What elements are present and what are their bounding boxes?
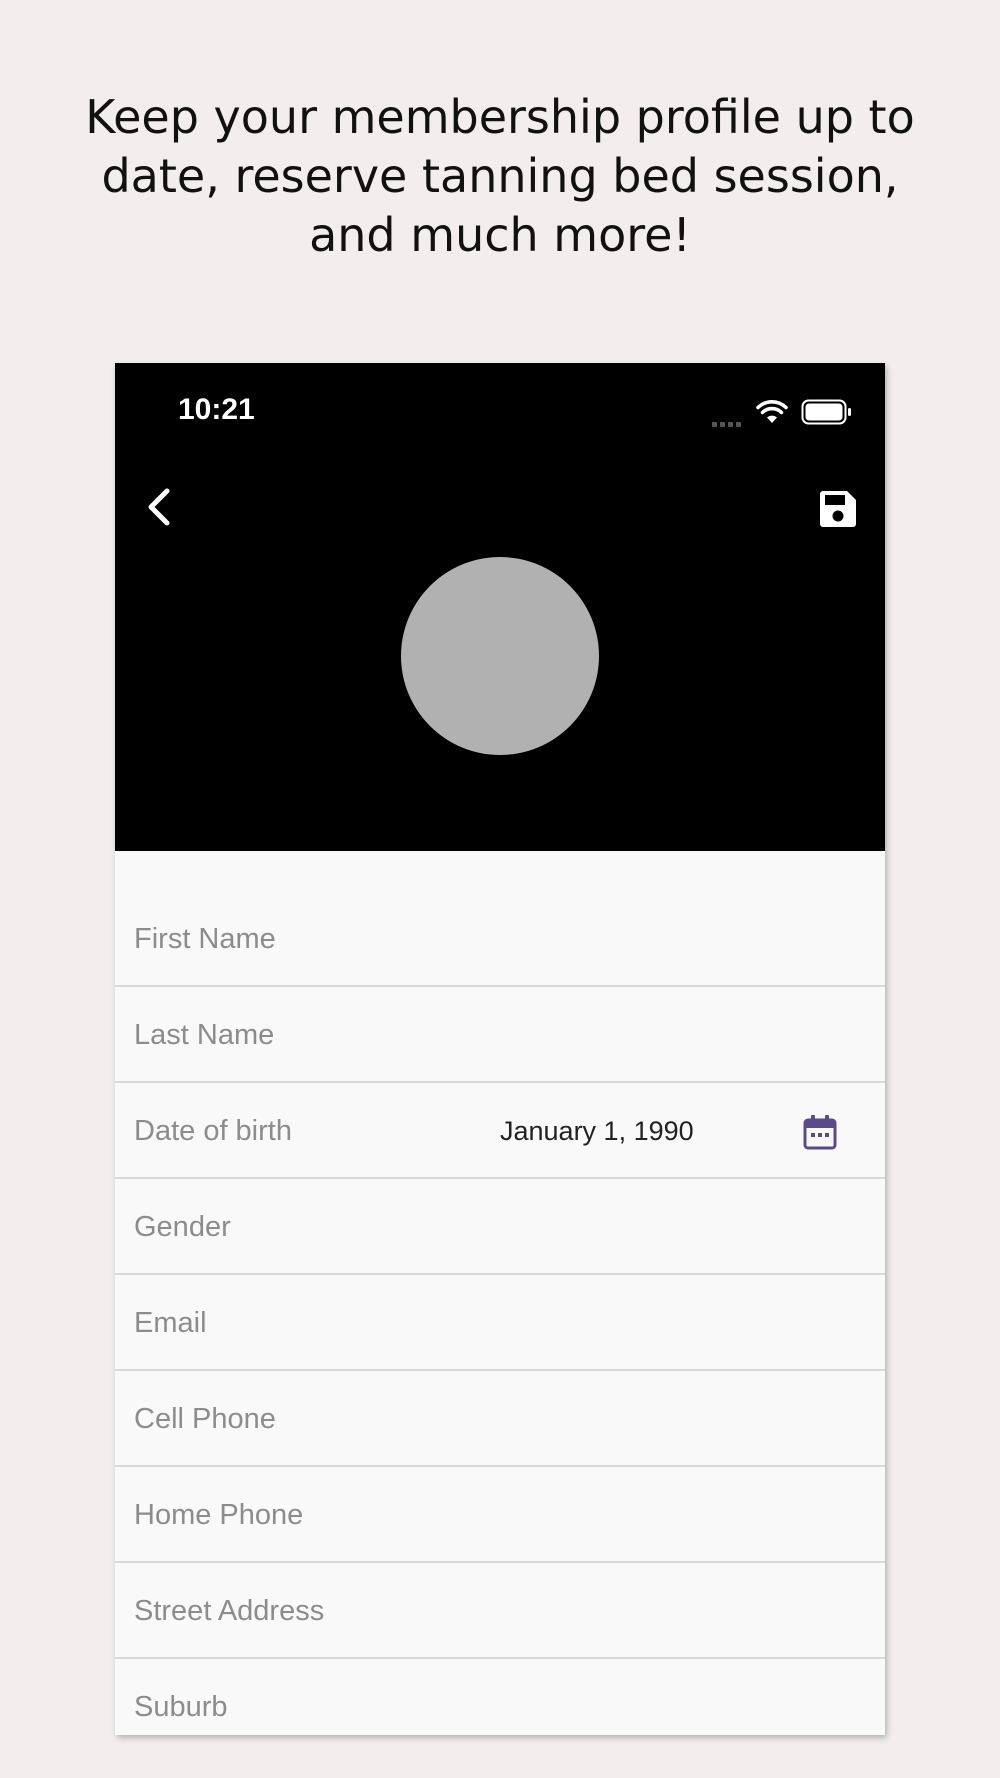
promo-headline: Keep your membership profile up to date,… [60, 88, 940, 265]
profile-header: 10:21 [115, 363, 885, 851]
promo-headline-line2: date, reserve tanning bed session, [101, 149, 899, 203]
promo-headline-line3: and much more! [309, 208, 691, 262]
suburb-field[interactable]: Suburb [115, 1659, 885, 1735]
save-button[interactable] [818, 489, 858, 529]
last-name-field[interactable]: Last Name [115, 987, 885, 1083]
last-name-label: Last Name [134, 1019, 275, 1051]
date-of-birth-value: January 1, 1990 [500, 1116, 694, 1146]
gender-field[interactable]: Gender [115, 1179, 885, 1275]
street-address-label: Street Address [134, 1595, 325, 1627]
email-label: Email [134, 1307, 207, 1339]
gender-label: Gender [134, 1211, 231, 1243]
phone-screen: 10:21 First Name Last Name Date of birth… [115, 363, 885, 1735]
status-time: 10:21 [178, 393, 255, 426]
battery-icon [801, 399, 851, 425]
email-field[interactable]: Email [115, 1275, 885, 1371]
first-name-field[interactable]: First Name [115, 891, 885, 987]
first-name-label: First Name [134, 923, 276, 955]
profile-form: First Name Last Name Date of birth Janua… [115, 851, 885, 1735]
date-of-birth-field[interactable]: Date of birth January 1, 1990 [115, 1083, 885, 1179]
avatar[interactable] [401, 557, 599, 755]
street-address-field[interactable]: Street Address [115, 1563, 885, 1659]
calendar-icon[interactable] [803, 1114, 837, 1150]
signal-icon [712, 414, 744, 432]
date-of-birth-label: Date of birth [134, 1115, 292, 1147]
promo-headline-line1: Keep your membership profile up to [85, 90, 915, 144]
home-phone-label: Home Phone [134, 1499, 304, 1531]
home-phone-field[interactable]: Home Phone [115, 1467, 885, 1563]
suburb-label: Suburb [134, 1691, 228, 1723]
cell-phone-field[interactable]: Cell Phone [115, 1371, 885, 1467]
back-button[interactable] [139, 485, 179, 529]
cell-phone-label: Cell Phone [134, 1403, 276, 1435]
wifi-icon [756, 400, 788, 423]
